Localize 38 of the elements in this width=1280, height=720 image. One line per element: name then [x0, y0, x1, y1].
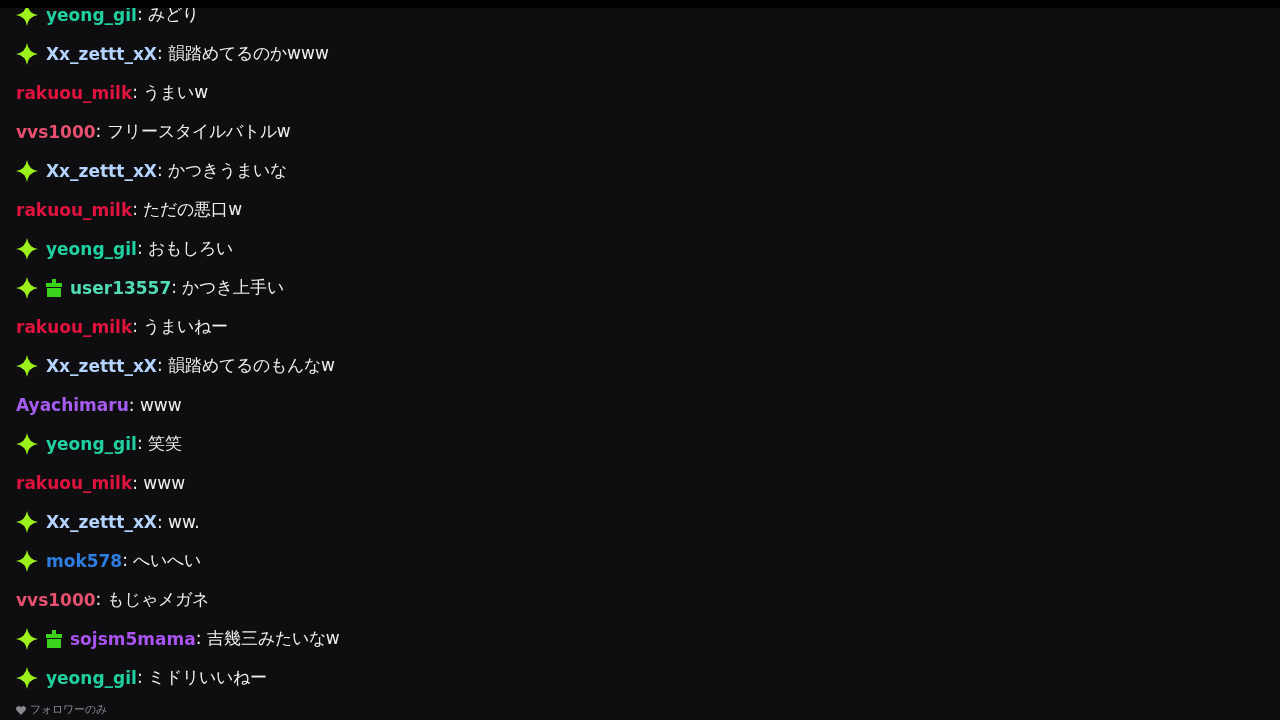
username: rakuou_milk: [16, 472, 133, 493]
username: Xx_zettt_xX: [46, 43, 157, 64]
chat-message: : www: [132, 472, 186, 493]
username: user13557: [70, 277, 172, 298]
chat-message: : 笑笑: [136, 432, 183, 455]
username: yeong_gil: [46, 667, 137, 688]
chat-message: : みどり: [136, 3, 200, 26]
chat-message: : ww.: [156, 511, 200, 532]
chat-message: : かつき上手い: [171, 276, 285, 299]
chat-message: : へいへい: [122, 549, 202, 572]
chat-message: : フリースタイルバトルw: [95, 120, 291, 143]
username: vvs1000: [16, 589, 96, 610]
chat-message: : www: [128, 394, 182, 415]
chat-message: : 韻踏めてるのもんなw: [156, 354, 335, 375]
chat-message: : もじゃメガネ: [95, 588, 209, 611]
chat-message: : かつきうまいな: [156, 159, 288, 180]
heart-icon: [16, 705, 26, 715]
chat-message: : おもしろい: [136, 237, 234, 260]
username: rakuou_milk: [16, 82, 133, 103]
chat-message: : 韻踏めてるのかwww: [156, 42, 329, 63]
username: yeong_gil: [46, 4, 137, 25]
chat-message: : うまいねー: [132, 315, 229, 336]
chat-message: : 吉幾三みたいなw: [195, 627, 340, 650]
username: vvs1000: [16, 121, 96, 142]
username: mok578: [46, 550, 123, 571]
username: rakuou_milk: [16, 199, 133, 220]
username: rakuou_milk: [16, 316, 133, 337]
username: Ayachimaru: [16, 394, 129, 415]
username: yeong_gil: [46, 433, 137, 454]
username: yeong_gil: [46, 238, 137, 259]
username: sojsm5mama: [70, 628, 196, 649]
chat-message: : うまいw: [132, 81, 209, 102]
chat-message: : ただの悪口w: [132, 198, 243, 219]
username: Xx_zettt_xX: [46, 511, 157, 532]
chat-message: : ミドリいいねー: [136, 666, 268, 689]
username: Xx_zettt_xX: [46, 355, 157, 376]
follower-only-label: フォロワーのみ: [30, 703, 107, 717]
username: Xx_zettt_xX: [46, 160, 157, 181]
